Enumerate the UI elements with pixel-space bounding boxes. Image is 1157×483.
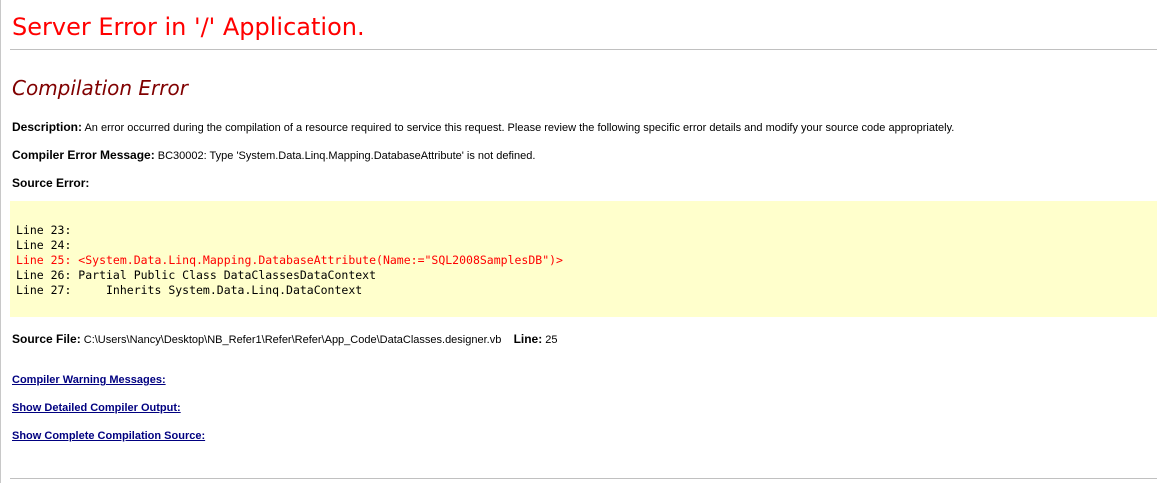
show-complete-compilation-source-link[interactable]: Show Complete Compilation Source: — [12, 430, 205, 442]
source-file-section: Source File: C:\Users\Nancy\Desktop\NB_R… — [12, 332, 558, 347]
description-section: Description: An error occurred during th… — [12, 120, 954, 135]
description-text: An error occurred during the compilation… — [82, 122, 955, 134]
compiler-warning-messages-link[interactable]: Compiler Warning Messages: — [12, 374, 166, 386]
code-line: Line 23: — [16, 223, 79, 237]
code-line: Line 27: Inherits System.Data.Linq.DataC… — [16, 283, 363, 297]
line-number-label: Line: — [513, 332, 543, 346]
page-title: Server Error in '/' Application. — [12, 13, 365, 41]
error-type-heading: Compilation Error — [12, 76, 188, 100]
compiler-error-text: BC30002: Type 'System.Data.Linq.Mapping.… — [154, 150, 536, 162]
footer-divider — [10, 478, 1157, 479]
source-error-section: Source Error: — [12, 176, 89, 191]
line-number-value: 25 — [542, 334, 558, 346]
error-page: Server Error in '/' Application. Compila… — [0, 0, 1157, 483]
source-error-label: Source Error: — [12, 176, 90, 190]
show-detailed-compiler-output-link[interactable]: Show Detailed Compiler Output: — [12, 402, 181, 414]
source-code: Line 23: Line 24: Line 25: <System.Data.… — [16, 223, 563, 298]
code-line: Line 24: — [16, 238, 79, 252]
source-file-path: C:\Users\Nancy\Desktop\NB_Refer1\Refer\R… — [80, 334, 502, 346]
compiler-error-section: Compiler Error Message: BC30002: Type 'S… — [12, 148, 535, 163]
compiler-error-label: Compiler Error Message: — [12, 148, 155, 162]
code-line-error: Line 25: <System.Data.Linq.Mapping.Datab… — [16, 253, 563, 267]
code-line: Line 26: Partial Public Class DataClasse… — [16, 268, 377, 282]
title-divider — [10, 49, 1157, 50]
description-label: Description: — [12, 120, 83, 134]
source-code-panel: Line 23: Line 24: Line 25: <System.Data.… — [10, 201, 1157, 317]
source-file-label: Source File: — [12, 332, 81, 346]
